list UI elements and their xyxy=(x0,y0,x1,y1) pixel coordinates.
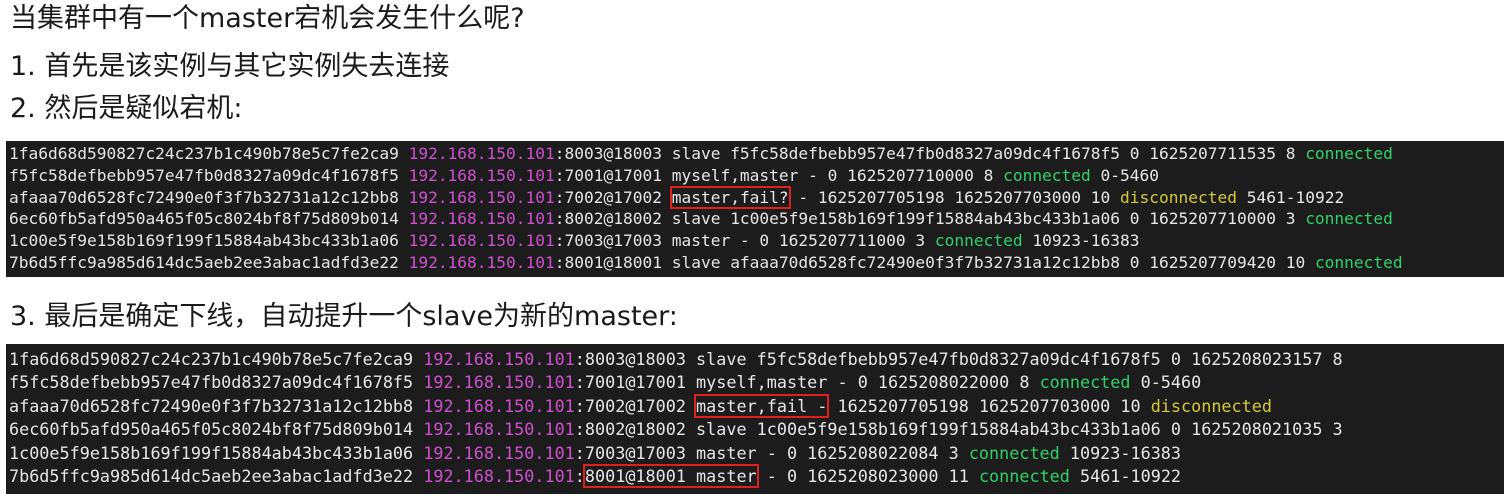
question-heading: 当集群中有一个master宕机会发生什么呢? xyxy=(10,3,525,34)
node-id: afaaa70d6528fc72490e0f3f7b32731a12c12bb8 xyxy=(9,395,424,416)
node-info: 1625207705198 1625207703000 10 xyxy=(827,395,1151,416)
node-info: slave f5fc58defbebb957e47fb0d8327a09dc4f… xyxy=(685,349,1343,369)
node-ip: 192.168.150.101 xyxy=(423,465,575,486)
node-port: :8002@18002 xyxy=(554,209,662,229)
table-row: afaaa70d6528fc72490e0f3f7b32731a12c12bb8… xyxy=(6,393,1504,418)
port-prefix: : xyxy=(574,465,585,486)
terminal-suspected-down: 1fa6d68d590827c24c237b1c490b78e5c7fe2ca9… xyxy=(6,141,1504,277)
node-id: 1c00e5f9e158b169f199f15884ab43bc433b1a06 xyxy=(9,442,424,463)
node-ip: 192.168.150.101 xyxy=(423,395,575,416)
step1-heading: 1. 首先是该实例与其它实例失去连接 xyxy=(10,51,450,82)
node-id: afaaa70d6528fc72490e0f3f7b32731a12c12bb8 xyxy=(9,187,409,207)
table-row: 1fa6d68d590827c24c237b1c490b78e5c7fe2ca9… xyxy=(6,348,1504,371)
step2-heading: 2. 然后是疑似宕机: xyxy=(10,93,243,124)
table-row: 6ec60fb5afd950a465f05c8024bf8f75d809b014… xyxy=(6,208,1504,230)
table-row: 1c00e5f9e158b169f199f15884ab43bc433b1a06… xyxy=(6,442,1504,465)
slot-range: 0-5460 xyxy=(1090,165,1160,185)
table-row: f5fc58defbebb957e47fb0d8327a09dc4f1678f5… xyxy=(6,371,1504,394)
node-id: f5fc58defbebb957e47fb0d8327a09dc4f1678f5 xyxy=(9,165,409,185)
terminal-failover: 1fa6d68d590827c24c237b1c490b78e5c7fe2ca9… xyxy=(6,344,1504,494)
node-info: myself,master - 0 1625207710000 8 xyxy=(661,165,1004,185)
slot-range: 5461-10922 xyxy=(1069,465,1182,486)
step3-heading: 3. 最后是确定下线，自动提升一个slave为新的master: xyxy=(10,301,678,332)
promoted-master-highlight: 8001@18001 master xyxy=(582,463,759,488)
node-info: - 1625207705198 1625207703000 10 xyxy=(788,187,1121,207)
node-port: :8003@18003 xyxy=(554,144,662,163)
node-ip: 192.168.150.101 xyxy=(408,209,555,229)
node-id: 6ec60fb5afd950a465f05c8024bf8f75d809b014 xyxy=(9,419,424,440)
table-row: 1fa6d68d590827c24c237b1c490b78e5c7fe2ca9… xyxy=(6,143,1504,165)
link-state: connected xyxy=(968,442,1060,463)
node-id: 1c00e5f9e158b169f199f15884ab43bc433b1a06 xyxy=(9,231,409,251)
node-ip: 192.168.150.101 xyxy=(408,144,555,163)
link-state: connected xyxy=(1039,372,1131,393)
node-ip: 192.168.150.101 xyxy=(408,252,555,272)
node-ip: 192.168.150.101 xyxy=(408,231,555,251)
table-row: 7b6d5ffc9a985d614dc5aeb2ee3abac1adfd3e22… xyxy=(6,252,1504,274)
node-id: 1fa6d68d590827c24c237b1c490b78e5c7fe2ca9 xyxy=(9,144,409,163)
node-port: :7003@17003 xyxy=(554,231,662,251)
node-info: slave 1c00e5f9e158b169f199f15884ab43bc43… xyxy=(685,419,1343,440)
table-row: 6ec60fb5afd950a465f05c8024bf8f75d809b014… xyxy=(6,418,1504,441)
node-port: :7003@17003 xyxy=(574,442,686,463)
node-id: 7b6d5ffc9a985d614dc5aeb2ee3abac1adfd3e22 xyxy=(9,465,424,486)
link-state: connected xyxy=(1305,144,1393,163)
table-row: f5fc58defbebb957e47fb0d8327a09dc4f1678f5… xyxy=(6,165,1504,187)
node-port: :7001@17001 xyxy=(554,165,662,185)
node-ip: 192.168.150.101 xyxy=(408,187,555,207)
link-state: disconnected xyxy=(1150,395,1272,416)
link-state: connected xyxy=(1314,252,1403,272)
node-id: f5fc58defbebb957e47fb0d8327a09dc4f1678f5 xyxy=(9,372,424,393)
slot-range: 10923-16383 xyxy=(1059,442,1182,463)
slot-range: 5461-10922 xyxy=(1236,187,1345,207)
node-ip: 192.168.150.101 xyxy=(423,419,575,440)
node-info: slave 1c00e5f9e158b169f199f15884ab43bc43… xyxy=(661,209,1306,229)
node-info: slave f5fc58defbebb957e47fb0d8327a09dc4f… xyxy=(661,144,1306,163)
node-ip: 192.168.150.101 xyxy=(423,442,575,463)
node-info: master - 0 1625208022084 3 xyxy=(685,442,969,463)
table-row: 1c00e5f9e158b169f199f15884ab43bc433b1a06… xyxy=(6,230,1504,252)
link-state: connected xyxy=(1003,165,1091,185)
node-info: myself,master - 0 1625208022000 8 xyxy=(685,372,1040,393)
node-ip: 192.168.150.101 xyxy=(423,349,575,369)
node-info: slave afaaa70d6528fc72490e0f3f7b32731a12… xyxy=(661,252,1315,272)
fail-flag-highlight: master,fail - xyxy=(694,393,830,418)
node-port: :7002@17002 xyxy=(574,395,686,416)
table-row: 7b6d5ffc9a985d614dc5aeb2ee3abac1adfd3e22… xyxy=(6,463,1504,488)
node-port: :7001@17001 xyxy=(574,372,686,393)
node-port: :8002@18002 xyxy=(574,419,686,440)
link-state: disconnected xyxy=(1120,187,1237,207)
link-state: connected xyxy=(934,231,1023,251)
slot-range: 0-5460 xyxy=(1130,372,1202,393)
node-ip: 192.168.150.101 xyxy=(408,165,555,185)
link-state: connected xyxy=(978,465,1070,486)
node-info: - 0 1625208023000 11 xyxy=(756,465,979,486)
node-id: 7b6d5ffc9a985d614dc5aeb2ee3abac1adfd3e22 xyxy=(9,252,409,272)
node-port: :8003@18003 xyxy=(574,349,686,369)
node-id: 1fa6d68d590827c24c237b1c490b78e5c7fe2ca9 xyxy=(9,349,424,369)
table-row: afaaa70d6528fc72490e0f3f7b32731a12c12bb8… xyxy=(6,185,1504,209)
node-port: :8001@18001 xyxy=(554,252,662,272)
node-port: :7002@17002 xyxy=(554,187,662,207)
node-id: 6ec60fb5afd950a465f05c8024bf8f75d809b014 xyxy=(9,209,409,229)
node-ip: 192.168.150.101 xyxy=(423,372,575,393)
pfail-flag-highlight: master,fail? xyxy=(669,185,791,209)
node-info: master - 0 1625207711000 3 xyxy=(661,231,935,251)
slot-range: 10923-16383 xyxy=(1022,231,1140,251)
link-state: connected xyxy=(1305,209,1393,229)
